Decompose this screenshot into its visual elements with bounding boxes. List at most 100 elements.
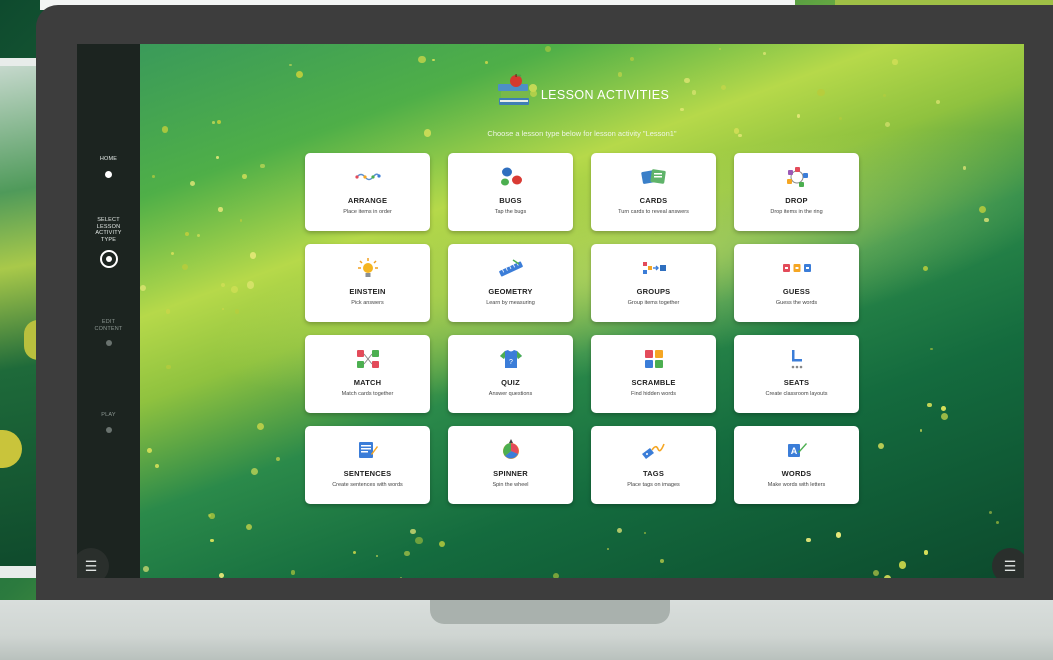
laptop-trackpad-notch [430,600,670,624]
activity-title: SCRAMBLE [631,378,676,387]
step-label: PLAY [101,412,116,418]
hamburger-menu-icon: ☰ [1003,558,1017,574]
activity-title: SEATS [783,378,810,387]
sparkle-dot [872,569,880,577]
sparkle-dot [231,286,238,293]
activity-title: SENTENCES [343,469,392,478]
step-label: SELECT LESSON ACTIVITY TYPE [95,217,122,243]
sparkle-dot [210,538,214,543]
activity-card-tags[interactable]: TAGS Place tags on images [591,426,716,504]
bugs-icon [448,166,573,188]
sparkle-dot [289,63,292,67]
sparkle-dot [545,45,552,52]
sparkle-dot [883,575,892,578]
sparkle-dot [185,231,190,236]
sparkle-dot [484,61,488,64]
sparkle-dot [250,467,258,475]
sparkle-dot [878,442,885,450]
activity-title: MATCH [353,378,382,387]
activity-description: Group items together [627,300,680,306]
sparkle-dot [256,422,265,431]
sparkle-dot [290,570,296,575]
cards-icon [591,166,716,188]
sparkle-dot [151,175,155,178]
lesson-activities-panel: LESSON ACTIVITIES Choose a lesson type b… [140,44,1024,578]
sparkle-dot [275,456,280,461]
sparkle-dot [438,540,445,548]
activity-card-geometry[interactable]: GEOMETRY Learn by measuring [448,244,573,322]
activity-card-quiz[interactable]: ? QUIZ Answer questions [448,335,573,413]
activity-card-scramble[interactable]: SCRAMBLE Find hidden words [591,335,716,413]
activity-card-arrange[interactable]: ARRANGE Place items in order [305,153,430,231]
step-indicator [99,250,118,268]
activity-description: Drop items in the ring [770,209,823,215]
activity-title: TAGS [642,469,665,478]
sparkle-dot [143,566,150,573]
activity-card-spinner[interactable]: SPINNER Spin the wheel [448,426,573,504]
activity-card-drop[interactable]: DROP Drop items in the ring [734,153,859,231]
activity-title: GUESS [782,287,811,296]
activity-title: SPINNER [493,469,528,478]
activity-card-match[interactable]: MATCH Match cards together [305,335,430,413]
sparkle-dot [617,527,623,533]
sparkle-dot [196,233,201,238]
step-play[interactable]: PLAY [77,412,140,433]
right-menu-button[interactable]: ☰ [992,548,1024,578]
sparkle-dot [208,514,211,517]
sparkle-dot [246,281,255,289]
sparkle-dot [409,528,416,535]
sentences-icon [305,439,430,461]
sparkle-dot [140,284,147,291]
activity-card-einstein[interactable]: EINSTEIN Pick answers [305,244,430,322]
groups-icon [591,257,716,279]
svg-text:?: ? [509,359,513,366]
sparkle-dot [941,406,946,411]
step-indicator [105,170,112,178]
activity-description: Turn cards to reveal answers [618,209,689,215]
sparkle-dot [234,309,240,314]
activity-title: CARDS [639,196,668,205]
sparkle-dot [415,536,424,545]
activity-card-words[interactable]: A WORDS Make words with letters [734,426,859,504]
activity-card-groups[interactable]: GROUPS Group items together [591,244,716,322]
activity-description: Create classroom layouts [765,391,828,397]
sparkle-dot [606,547,610,551]
books-apple-icon [495,74,535,115]
activity-card-cards[interactable]: CARDS Turn cards to reveal answers [591,153,716,231]
activity-title: ARRANGE [347,196,388,205]
sparkle-dot [400,577,403,578]
sparkle-dot [249,252,257,260]
sparkle-dot [940,412,949,421]
sparkle-dot [552,572,559,578]
page-subtitle: Choose a lesson type below for lesson ac… [487,129,677,138]
activity-card-sentences[interactable]: SENTENCES Create sentences with words [305,426,430,504]
step-indicator [105,426,112,433]
activity-card-bugs[interactable]: BUGS Tap the bugs [448,153,573,231]
step-edit-content[interactable]: EDIT CONTENT [77,319,140,346]
activity-title: DROP [785,196,808,205]
laptop-screen: HOME SELECT LESSON ACTIVITY TYPE EDIT CO… [77,44,1024,578]
activity-description: Learn by measuring [486,300,535,306]
sparkle-dot [171,251,175,255]
spinner-icon [448,439,573,461]
sparkle-dot [418,55,427,64]
activity-description: Place tags on images [627,482,680,488]
activity-description: Tap the bugs [494,209,527,215]
activity-title: WORDS [781,469,812,478]
sparkle-dot [219,572,224,578]
step-select-lesson-activity-type[interactable]: SELECT LESSON ACTIVITY TYPE [77,217,140,268]
page-header: LESSON ACTIVITIES Choose a lesson type b… [140,74,1024,138]
lightbulb-icon [305,257,430,279]
sparkle-dot [216,156,219,160]
activity-description: Match cards together [341,391,394,397]
activity-card-seats[interactable]: SEATS Create classroom layouts [734,335,859,413]
sparkle-dot [995,521,1000,525]
activity-card-guess[interactable]: GUESS Guess the words [734,244,859,322]
step-home[interactable]: HOME [77,156,140,178]
quiz-shirt-icon: ? [448,348,573,370]
ruler-icon [448,257,573,279]
page-title: LESSON ACTIVITIES [540,87,670,102]
activity-grid: ARRANGE Place items in order BUGS Tap th… [305,153,859,504]
sparkle-dot [221,308,225,311]
activity-description: Answer questions [488,391,533,397]
